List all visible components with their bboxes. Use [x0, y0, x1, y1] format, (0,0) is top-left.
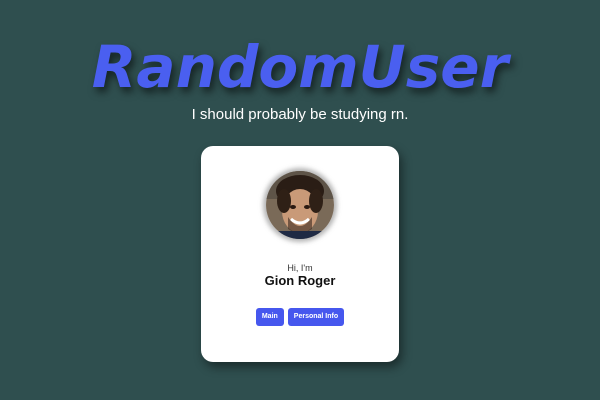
tagline: I should probably be studying rn. — [191, 106, 409, 123]
user-name: Gion Roger — [264, 273, 336, 288]
avatar-photo — [266, 171, 334, 239]
action-buttons: Main Personal Info — [201, 308, 399, 326]
greeting-text: Hi, I'm — [287, 263, 313, 273]
profile-card: Hi, I'm Gion Roger Main Personal Info — [201, 146, 399, 362]
avatar — [266, 171, 334, 239]
page: RandomUser I should probably be studying… — [0, 0, 600, 400]
personal-info-button[interactable]: Personal Info — [287, 308, 345, 326]
main-button[interactable]: Main — [255, 308, 284, 326]
app-title: RandomUser — [91, 33, 509, 101]
